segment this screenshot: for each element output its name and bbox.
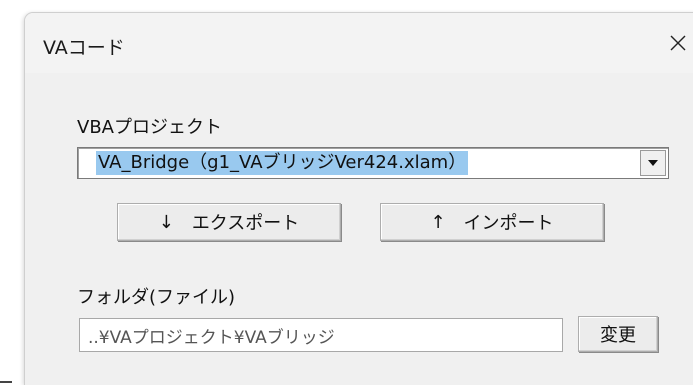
window-title: VAコード <box>43 37 125 59</box>
project-label: VBAプロジェクト <box>77 117 222 138</box>
project-selected-value: VA_Bridge（g1_VAブリッジVer424.xlam） <box>96 151 469 175</box>
export-button-label: エクスポート <box>191 213 300 234</box>
folder-label: フォルダ(ファイル) <box>77 287 236 308</box>
export-button[interactable]: ↓ エクスポート <box>117 203 341 241</box>
window-edge-mark <box>0 381 12 383</box>
up-arrow-icon: ↑ <box>430 211 446 233</box>
import-button-label: インポート <box>463 213 554 234</box>
chevron-down-icon <box>648 160 658 166</box>
va-code-dialog: VAコード VBAプロジェクト VA_Bridge（g1_VAブリッジVer42… <box>24 12 693 385</box>
down-arrow-icon: ↓ <box>158 211 174 233</box>
title-bar[interactable]: VAコード <box>25 13 693 73</box>
dropdown-button[interactable] <box>640 150 666 176</box>
project-select[interactable]: VA_Bridge（g1_VAブリッジVer424.xlam） <box>77 147 669 179</box>
change-button[interactable]: 変更 <box>578 316 658 352</box>
folder-path-field[interactable] <box>79 318 563 352</box>
import-button[interactable]: ↑ インポート <box>380 203 604 241</box>
close-icon <box>670 35 686 51</box>
close-button[interactable] <box>663 23 693 63</box>
change-button-label: 変更 <box>600 325 636 346</box>
